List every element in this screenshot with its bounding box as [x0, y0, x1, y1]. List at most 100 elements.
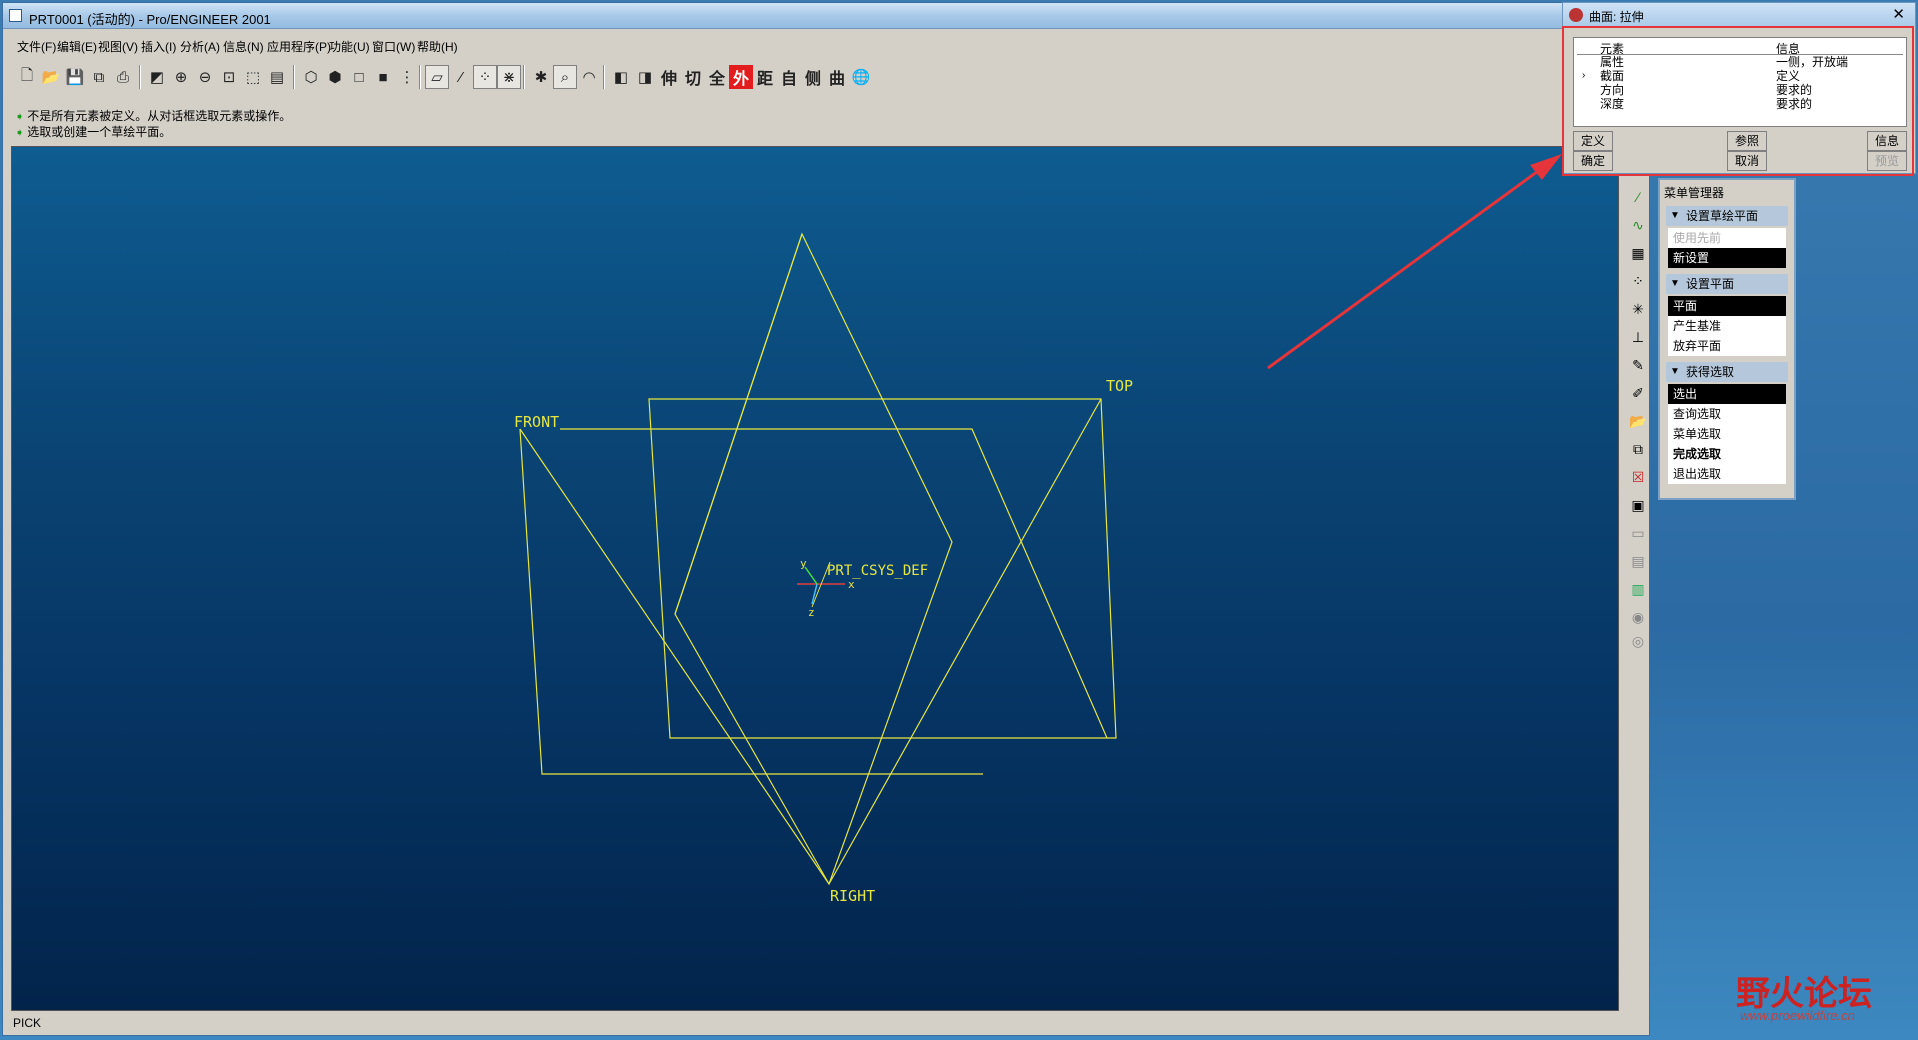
- menu-info[interactable]: 信息(N): [223, 38, 264, 55]
- menu-header-get-select[interactable]: ▼ 获得选取: [1666, 362, 1788, 382]
- sketch-line-icon[interactable]: ⁄: [1626, 185, 1650, 209]
- message-arrow-icon: ➧: [15, 127, 25, 139]
- menu-header-sketch-plane[interactable]: ▼ 设置草绘平面: [1666, 206, 1788, 226]
- print-icon[interactable]: ⎙: [111, 65, 135, 89]
- collapse-triangle-icon: ▼: [1670, 210, 1680, 221]
- auto-tool-button[interactable]: 自: [777, 65, 801, 89]
- save-copy-icon[interactable]: ⧉: [87, 65, 111, 89]
- menu-item-quit-plane[interactable]: 放弃平面: [1668, 336, 1786, 356]
- menu-header-setup-plane[interactable]: ▼ 设置平面: [1666, 274, 1788, 294]
- menu-file[interactable]: 文件(F): [17, 38, 56, 55]
- open-icon[interactable]: 📂: [1626, 409, 1650, 433]
- no-hidden-icon[interactable]: □: [347, 65, 371, 89]
- sketch-curve-icon[interactable]: ∿: [1626, 213, 1650, 237]
- menu-applications[interactable]: 应用程序(P): [267, 38, 331, 55]
- refit-icon[interactable]: ⊡: [217, 65, 241, 89]
- datum-plane-right[interactable]: [519, 428, 830, 885]
- status-text: PICK: [13, 1016, 42, 1030]
- zoom-in-icon[interactable]: ⊕: [169, 65, 193, 89]
- menu-insert[interactable]: 插入(I): [141, 38, 176, 55]
- close-icon[interactable]: ✕: [1892, 5, 1905, 23]
- proe-main-window: PRT0001 (活动的) - Pro/ENGINEER 2001 文件(F) …: [2, 2, 1650, 1036]
- copy-icon[interactable]: ⧉: [1626, 437, 1650, 461]
- edit-definition-icon[interactable]: ✐: [1626, 381, 1650, 405]
- wireframe-icon[interactable]: ⬡: [299, 65, 323, 89]
- part-icon[interactable]: ◧: [609, 65, 633, 89]
- curve-tool-button[interactable]: 曲: [825, 65, 849, 89]
- forum-watermark: 野火论坛 www.proewildfire.cn: [1726, 966, 1916, 1026]
- coord-sys-icon[interactable]: ⋇: [497, 65, 521, 89]
- dialog-title: 曲面: 拉伸: [1589, 10, 1644, 24]
- menu-utilities[interactable]: 功能(U): [329, 38, 370, 55]
- color-bars-icon[interactable]: ▥: [1626, 577, 1650, 601]
- menu-item-use-previous[interactable]: 使用先前: [1668, 228, 1786, 248]
- globe-icon[interactable]: 🌐: [849, 65, 873, 89]
- repaint-icon[interactable]: ◩: [145, 65, 169, 89]
- toolbar-separator: [603, 65, 605, 89]
- collapse-triangle-icon: ▼: [1670, 278, 1680, 289]
- message-line: ➧ 不是所有元素被定义。从对话框选取元素或操作。: [15, 109, 292, 123]
- hide-icon[interactable]: ◎: [1626, 629, 1650, 653]
- side-tool-button[interactable]: 侧: [801, 65, 825, 89]
- datum-axis-tool-icon[interactable]: ✳: [1626, 297, 1650, 321]
- menu-manager: 菜单管理器 ▼ 设置草绘平面 使用先前 新设置 ▼ 设置平面 平面 产生基准 放弃平…: [1658, 178, 1796, 500]
- menu-item-pick[interactable]: 选出: [1668, 384, 1786, 404]
- distance-tool-button[interactable]: 距: [753, 65, 777, 89]
- menu-item-done-select[interactable]: 完成选取: [1668, 444, 1786, 464]
- menu-item-new-setup[interactable]: 新设置: [1668, 248, 1786, 268]
- menu-item-make-datum[interactable]: 产生基准: [1668, 316, 1786, 336]
- hidden-line-icon[interactable]: ⬢: [323, 65, 347, 89]
- edit-icon[interactable]: ✎: [1626, 353, 1650, 377]
- watermark-url: www.proewildfire.cn: [1740, 1008, 1855, 1023]
- datum-plane-right[interactable]: [674, 233, 803, 615]
- save-icon[interactable]: 💾: [63, 65, 87, 89]
- label-front: FRONT: [514, 413, 559, 431]
- delete-icon[interactable]: ☒: [1626, 465, 1650, 489]
- orient-icon[interactable]: ⬚: [241, 65, 265, 89]
- csys-tool-icon[interactable]: ⊥: [1626, 325, 1650, 349]
- datum-plane-tool-icon[interactable]: ▦: [1626, 241, 1650, 265]
- query-select-icon[interactable]: ⌕: [553, 65, 577, 89]
- csys-y-axis: [804, 566, 818, 585]
- menu-item-query-select[interactable]: 查询选取: [1668, 404, 1786, 424]
- datum-plane-right[interactable]: [674, 232, 953, 886]
- menu-bar: 文件(F) 编辑(E) 视图(V) 插入(I) 分析(A) 信息(N) 应用程序…: [3, 35, 1649, 57]
- open-folder-icon[interactable]: 📂: [39, 65, 63, 89]
- menu-analysis[interactable]: 分析(A): [180, 38, 220, 55]
- spin-center-icon[interactable]: ✱: [529, 65, 553, 89]
- menu-item-quit-select[interactable]: 退出选取: [1668, 464, 1786, 484]
- toolbar-separator: [523, 65, 525, 89]
- menu-edit[interactable]: 编辑(E): [57, 38, 97, 55]
- layers-icon[interactable]: ▤: [1626, 549, 1650, 573]
- zoom-out-icon[interactable]: ⊖: [193, 65, 217, 89]
- datum-points-icon[interactable]: ⁘: [473, 65, 497, 89]
- extrude-tool-button[interactable]: 伸: [657, 65, 681, 89]
- model-tree-icon[interactable]: ⋮: [395, 65, 419, 89]
- show-icon[interactable]: ◉: [1626, 605, 1650, 629]
- menu-window[interactable]: 窗口(W): [372, 38, 415, 55]
- context-help-icon[interactable]: ◠: [577, 65, 601, 89]
- graphics-viewport[interactable]: FRONT TOP RIGHT PRT_CSYS_DEF x y z: [11, 146, 1619, 1011]
- menu-item-menu-select[interactable]: 菜单选取: [1668, 424, 1786, 444]
- cut-tool-button[interactable]: 切: [681, 65, 705, 89]
- full-tool-button[interactable]: 全: [705, 65, 729, 89]
- external-tool-button[interactable]: 外: [729, 65, 753, 89]
- toolbar-separator: [293, 65, 295, 89]
- shading-icon[interactable]: ■: [371, 65, 395, 89]
- surface-icon[interactable]: ◨: [633, 65, 657, 89]
- datum-plane-right[interactable]: [828, 398, 1102, 885]
- datum-planes-icon[interactable]: ▱: [425, 65, 449, 89]
- menu-item-plane[interactable]: 平面: [1668, 296, 1786, 316]
- saved-views-icon[interactable]: ▤: [265, 65, 289, 89]
- calendar-icon[interactable]: ▣: [1626, 493, 1650, 517]
- menu-help[interactable]: 帮助(H): [417, 38, 458, 55]
- datum-point-tool-icon[interactable]: ⁘: [1626, 269, 1650, 293]
- dialog-title-bar: 曲面: 拉伸 ✕: [1563, 3, 1915, 27]
- datum-plane-front[interactable]: [519, 428, 983, 775]
- collapse-triangle-icon: ▼: [1670, 366, 1680, 377]
- new-file-icon[interactable]: 🗋: [15, 65, 39, 89]
- csys-y-label: y: [800, 557, 807, 570]
- datum-axes-icon[interactable]: ⁄: [449, 65, 473, 89]
- save-disabled-icon[interactable]: ▭: [1626, 521, 1650, 545]
- menu-view[interactable]: 视图(V): [98, 38, 138, 55]
